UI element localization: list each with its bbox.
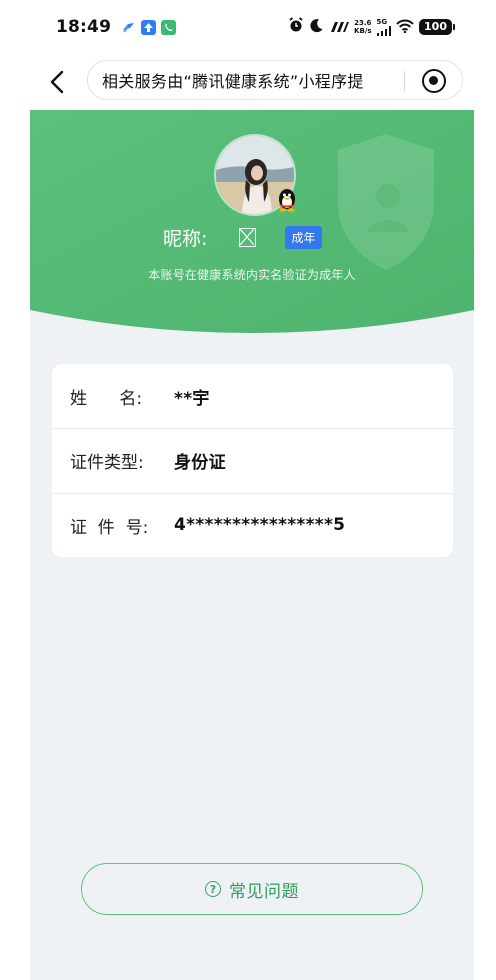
info-value: 身份证 <box>174 453 226 474</box>
nav-bar: 相关服务由“腾讯健康系统”小程序提 <box>0 54 496 110</box>
adult-badge: 成年 <box>285 226 322 249</box>
wifi-icon <box>396 18 414 37</box>
main-content: 昵称: 成年 本账号在健康系统内实名验证为成年人 姓 名: **宇 证件类型: … <box>30 110 474 980</box>
net-speed-value: 23.6 <box>354 19 372 27</box>
identity-info-card: 姓 名: **宇 证件类型: 身份证 证 件 号: 4*************… <box>52 364 453 557</box>
verify-text: 本账号在健康系统内实名验证为成年人 <box>148 268 356 282</box>
alarm-icon <box>288 17 304 37</box>
missing-glyph-icon <box>239 228 256 247</box>
nickname-label: 昵称: <box>163 228 208 250</box>
close-miniprogram-icon[interactable] <box>422 69 446 93</box>
signal-bars-icon <box>376 25 392 36</box>
nickname-row: 昵称: 成年 <box>30 222 474 252</box>
status-icons: 23.6 KB/s 5G 100 <box>288 17 455 37</box>
phone-app-icon <box>161 19 177 35</box>
info-value: 4****************5 <box>174 515 346 536</box>
info-row-id-type: 证件类型: 身份证 <box>52 428 453 492</box>
net-speed: 23.6 KB/s <box>354 19 371 35</box>
faq-label: 常见问题 <box>229 881 299 902</box>
info-label: 姓 名: <box>70 388 143 409</box>
title-capsule: 相关服务由“腾讯健康系统”小程序提 <box>87 60 463 100</box>
battery-indicator: 100 <box>419 19 455 35</box>
notification-icons <box>121 19 177 35</box>
info-row-name: 姓 名: **宇 <box>52 364 453 428</box>
chevron-left-icon <box>50 70 64 94</box>
question-circle-icon: ? <box>205 881 221 897</box>
do-not-disturb-moon-icon <box>309 18 324 37</box>
faq-button[interactable]: ? 常见问题 <box>81 863 423 915</box>
capsule-divider <box>404 71 405 91</box>
cellular-signal: 5G <box>376 17 392 36</box>
upload-app-icon <box>141 19 157 35</box>
status-bar: 18:49 23.6 KB/s 5G 100 <box>0 0 496 54</box>
back-button[interactable] <box>44 68 70 96</box>
info-value: **宇 <box>174 388 210 409</box>
profile-header: 昵称: 成年 本账号在健康系统内实名验证为成年人 <box>30 110 474 340</box>
qq-penguin-icon <box>274 185 300 213</box>
net-speed-unit: KB/s <box>354 27 372 35</box>
network-type: 5G <box>376 17 388 26</box>
status-time: 18:49 <box>56 17 112 37</box>
hd-icon <box>329 18 350 37</box>
info-label: 证件类型: <box>70 453 144 474</box>
info-label: 证 件 号: <box>70 517 149 538</box>
page-title: 相关服务由“腾讯健康系统”小程序提 <box>102 72 364 91</box>
app-notification-icon <box>121 20 136 35</box>
info-row-id-number: 证 件 号: 4****************5 <box>52 492 453 557</box>
